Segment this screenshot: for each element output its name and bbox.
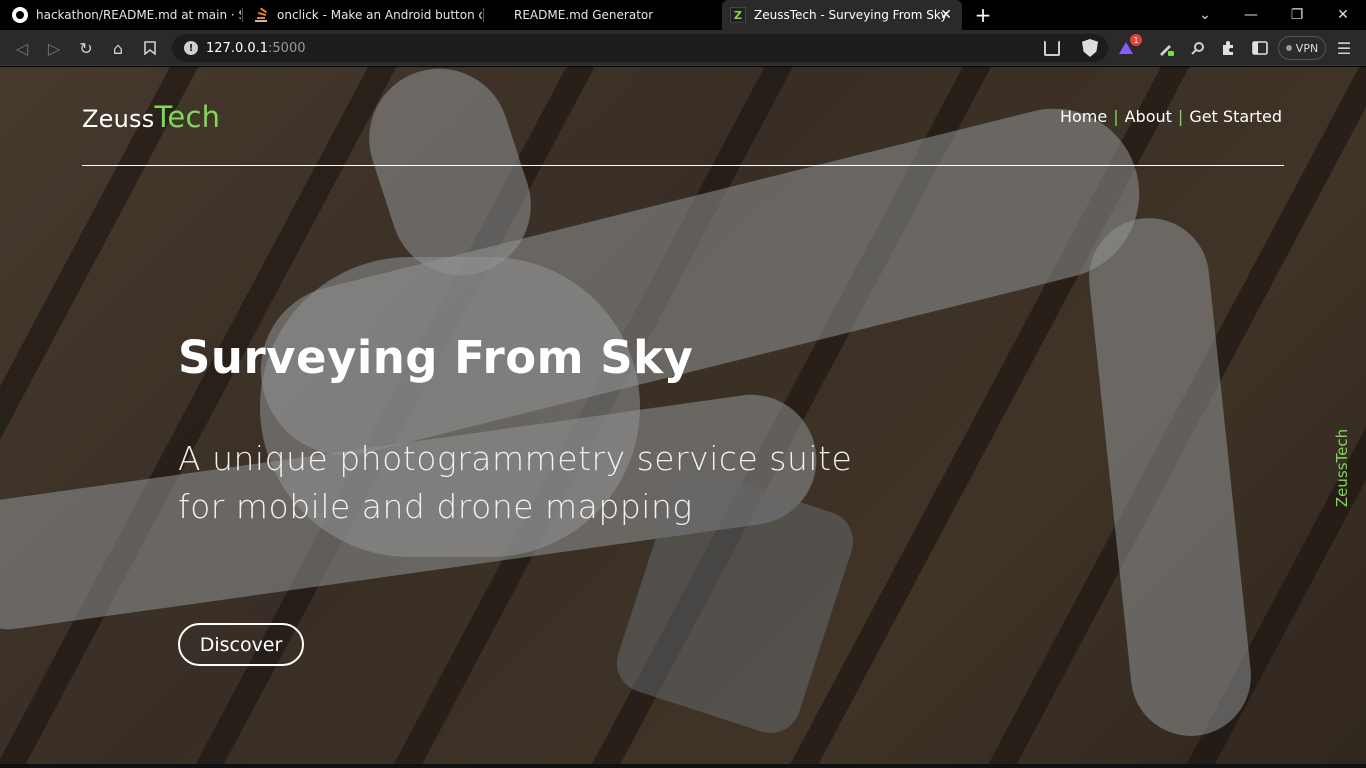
brave-shields-icon[interactable]	[1082, 39, 1098, 57]
nav-link-about[interactable]: About	[1125, 107, 1172, 126]
address-bar[interactable]: ! 127.0.0.1:5000	[172, 34, 1108, 62]
tab-title: ZeussTech - Surveying From Sky	[754, 8, 948, 22]
browser-tab[interactable]: onclick - Make an Android button cha	[243, 0, 482, 30]
home-icon[interactable]: ⌂	[106, 36, 130, 60]
window-bottom-edge	[0, 764, 1366, 768]
new-tab-button[interactable]: +	[972, 4, 994, 26]
browser-toolbar: ◁ ▷ ↻ ⌂ ! 127.0.0.1:5000 1 VPN ☰	[0, 30, 1366, 66]
bookmark-icon[interactable]	[138, 36, 162, 60]
minimize-button[interactable]: —	[1228, 0, 1274, 30]
url-port: :5000	[268, 40, 306, 56]
tab-search-chevron-icon[interactable]: ⌄	[1182, 0, 1228, 30]
github-icon	[12, 7, 28, 23]
share-icon[interactable]	[1044, 40, 1060, 56]
side-brand-vertical: ZeussTech	[1330, 423, 1354, 513]
hero-section: ZeussTech Home | About | Get Started Sur…	[0, 67, 1366, 764]
nav-separator: |	[1113, 107, 1119, 126]
vpn-button[interactable]: VPN	[1278, 36, 1326, 60]
url-host: 127.0.0.1	[206, 40, 269, 56]
hero-subtitle: A unique photogrammetry service suite fo…	[178, 435, 898, 531]
browser-tab-active[interactable]: Z ZeussTech - Surveying From Sky ✕	[722, 0, 962, 30]
site-logo[interactable]: ZeussTech	[82, 100, 220, 134]
close-window-button[interactable]: ✕	[1320, 0, 1366, 30]
extension-pen-icon[interactable]	[1154, 36, 1178, 60]
extension-eyedropper-icon[interactable]	[1186, 36, 1210, 60]
tab-title: onclick - Make an Android button cha	[277, 8, 482, 22]
nav-link-home[interactable]: Home	[1060, 107, 1107, 126]
browser-tab[interactable]: hackathon/README.md at main · Saw	[0, 0, 241, 30]
vpn-label: VPN	[1295, 41, 1319, 55]
close-tab-icon[interactable]: ✕	[938, 7, 954, 23]
zeusstech-favicon-icon: Z	[730, 7, 746, 23]
hero-subtitle-line-1: A unique photogrammetry service suite	[178, 439, 853, 478]
sidebar-toggle-icon[interactable]	[1248, 36, 1272, 60]
discover-button[interactable]: Discover	[178, 623, 304, 666]
extensions-puzzle-icon[interactable]	[1216, 36, 1240, 60]
stackoverflow-icon	[253, 7, 269, 23]
browser-tab[interactable]: README.md Generator	[484, 0, 720, 30]
main-nav: Home | About | Get Started	[1060, 107, 1282, 126]
reload-icon[interactable]: ↻	[74, 36, 98, 60]
tab-title: README.md Generator	[514, 8, 654, 22]
nav-separator: |	[1177, 107, 1184, 126]
site-header: ZeussTech Home | About | Get Started	[82, 67, 1284, 166]
back-icon[interactable]: ◁	[10, 36, 34, 60]
rewards-badge: 1	[1130, 34, 1142, 46]
menu-icon[interactable]: ☰	[1332, 36, 1356, 60]
browser-tab-bar: hackathon/README.md at main · Saw onclic…	[0, 0, 1366, 30]
restore-button[interactable]: ❐	[1274, 0, 1320, 30]
hero-title: Surveying From Sky	[178, 331, 694, 384]
brave-rewards-icon[interactable]: 1	[1114, 34, 1142, 60]
vpn-status-dot	[1285, 45, 1292, 51]
logo-main-text: Zeuss	[82, 105, 155, 133]
logo-accent-text: Tech	[154, 100, 221, 134]
hero-subtitle-line-2: for mobile and drone mapping	[178, 487, 693, 526]
tab-title: hackathon/README.md at main · Saw	[36, 8, 241, 22]
side-brand-text: ZeussTech	[1333, 428, 1351, 508]
nav-link-get-started[interactable]: Get Started	[1189, 107, 1282, 126]
site-info-icon[interactable]: !	[184, 41, 198, 55]
forward-icon[interactable]: ▷	[42, 36, 66, 60]
